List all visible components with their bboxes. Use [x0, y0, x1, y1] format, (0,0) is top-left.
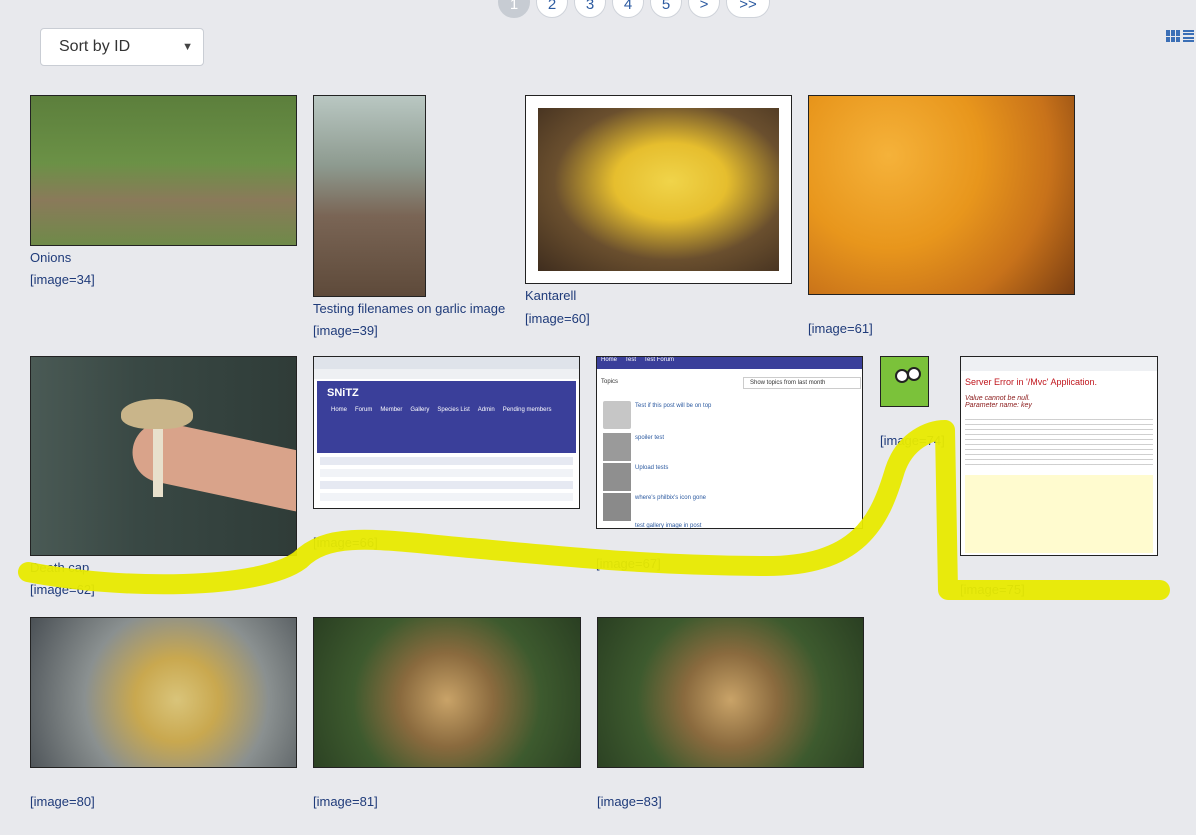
- image-thumbnail-apples[interactable]: [30, 617, 297, 768]
- image-tag: [image=81]: [313, 794, 378, 809]
- forum-nav-item: Home: [331, 407, 348, 413]
- page-4-button[interactable]: 4: [612, 0, 644, 18]
- last-page-button[interactable]: >>: [726, 0, 770, 18]
- forum-nav-item: Species List: [437, 407, 470, 413]
- image-tag: [image=75]: [960, 582, 1025, 597]
- forum-nav-item: Member: [380, 407, 403, 413]
- list-view-icon[interactable]: [1183, 30, 1194, 42]
- image-thumbnail-avatar[interactable]: [880, 356, 929, 407]
- forum-breadcrumb-item: Test: [625, 357, 637, 363]
- error-subtitle: Value cannot be null. Parameter name: ke…: [965, 395, 1032, 409]
- sort-select-value: Sort by ID: [59, 38, 131, 55]
- forum-breadcrumb-item: Test Forum: [644, 357, 675, 363]
- image-title[interactable]: Testing filenames on garlic image: [313, 301, 505, 316]
- image-thumbnail-garlic[interactable]: [313, 95, 426, 297]
- image-thumbnail-chanterelles[interactable]: [808, 95, 1075, 295]
- forum-topic: where's philbix's icon gone: [635, 495, 706, 501]
- forum-nav-item: Gallery: [410, 407, 430, 413]
- image-tag: [image=74]: [880, 433, 945, 448]
- image-tag: [image=60]: [525, 311, 590, 326]
- pagination: 1 2 3 4 5 > >>: [498, 0, 770, 18]
- image-title[interactable]: Death cap: [30, 560, 89, 575]
- forum-logo: SNiTZ: [327, 387, 359, 399]
- image-tag: [image=80]: [30, 794, 95, 809]
- image-tag: [image=66]: [313, 535, 378, 550]
- image-thumbnail-forum-topics-screenshot[interactable]: Home Test Test Forum Topics Show topics …: [596, 356, 863, 529]
- image-tag: [image=34]: [30, 272, 95, 287]
- forum-filter: Show topics from last month: [743, 377, 861, 389]
- image-tag: [image=67]: [596, 556, 661, 571]
- error-title: Server Error in '/Mvc' Application.: [965, 377, 1097, 387]
- forum-topic: Upload tests: [635, 465, 669, 471]
- image-thumbnail-forum-screenshot[interactable]: SNiTZ Home Forum Member Gallery Species …: [313, 356, 580, 509]
- forum-topic: spoiler test: [635, 435, 665, 441]
- forum-nav-item: Forum: [355, 407, 373, 413]
- forum-topic: test gallery image in post: [635, 523, 702, 529]
- image-tag: [image=62]: [30, 582, 95, 597]
- forum-breadcrumb-item: Home: [601, 357, 618, 363]
- forum-topic: Test if this post will be on top: [635, 403, 712, 409]
- grid-view-icon[interactable]: [1166, 30, 1180, 42]
- forum-nav-item: Pending members: [502, 407, 552, 413]
- image-tag: [image=83]: [597, 794, 662, 809]
- forum-topics-heading: Topics: [601, 379, 619, 385]
- page-2-button[interactable]: 2: [536, 0, 568, 18]
- next-page-button[interactable]: >: [688, 0, 720, 18]
- image-thumbnail-kantarell[interactable]: [525, 95, 792, 284]
- view-toggle: [1166, 30, 1194, 42]
- image-thumbnail-server-error[interactable]: Server Error in '/Mvc' Application. Valu…: [960, 356, 1158, 556]
- image-title[interactable]: Onions: [30, 250, 71, 265]
- chevron-down-icon: ▼: [182, 41, 193, 53]
- image-thumbnail-death-cap[interactable]: [30, 356, 297, 556]
- sort-select[interactable]: Sort by ID ▼: [40, 28, 204, 66]
- page-5-button[interactable]: 5: [650, 0, 682, 18]
- image-tag: [image=61]: [808, 321, 873, 336]
- image-thumbnail-potatoes[interactable]: [313, 617, 581, 768]
- page-3-button[interactable]: 3: [574, 0, 606, 18]
- page-1-button[interactable]: 1: [498, 0, 530, 18]
- forum-nav-item: Admin: [477, 407, 495, 413]
- image-thumbnail-potatoes-2[interactable]: [597, 617, 864, 768]
- image-thumbnail-onions[interactable]: [30, 95, 297, 246]
- image-tag: [image=39]: [313, 323, 378, 338]
- image-title[interactable]: Kantarell: [525, 288, 576, 303]
